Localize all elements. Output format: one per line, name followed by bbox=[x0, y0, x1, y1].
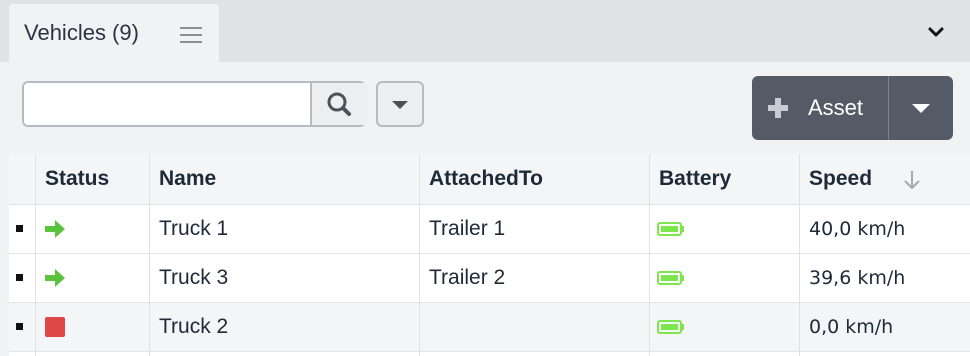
caret-down-icon bbox=[912, 104, 930, 113]
caret-down-icon bbox=[392, 101, 408, 109]
row-marker bbox=[16, 274, 23, 281]
arrow-down-icon[interactable] bbox=[902, 168, 922, 192]
search-button[interactable] bbox=[310, 83, 368, 125]
cell-attached-to: Trailer 1 bbox=[429, 217, 506, 240]
column-header-name[interactable]: Name bbox=[149, 154, 419, 204]
arrow-right-icon bbox=[45, 269, 65, 287]
cell-name: Truck 2 bbox=[159, 315, 229, 338]
row-marker bbox=[16, 225, 23, 232]
add-asset-label: Asset bbox=[808, 95, 864, 120]
asset-dropdown-button[interactable] bbox=[889, 76, 953, 140]
plus-icon bbox=[768, 98, 788, 118]
cell-speed: 0,0 km/h bbox=[809, 316, 894, 338]
tab-bar: Vehicles (9) bbox=[0, 0, 970, 62]
column-header-status[interactable]: Status bbox=[35, 154, 149, 204]
stop-square-icon bbox=[45, 317, 65, 337]
column-header-attachedto[interactable]: AttachedTo bbox=[419, 154, 649, 204]
table-header: Status Name AttachedTo Battery Speed bbox=[9, 154, 970, 205]
hamburger-icon[interactable] bbox=[180, 27, 202, 45]
tab-title: Vehicles (9) bbox=[24, 20, 139, 45]
column-header-battery[interactable]: Battery bbox=[649, 154, 799, 204]
add-asset-button[interactable]: Asset bbox=[752, 76, 888, 140]
search-box bbox=[22, 81, 368, 127]
cell-name: Truck 3 bbox=[159, 266, 229, 289]
column-divider bbox=[35, 154, 36, 356]
tab-vehicles[interactable]: Vehicles (9) bbox=[9, 4, 219, 62]
column-divider bbox=[419, 154, 420, 356]
column-divider bbox=[649, 154, 650, 356]
cell-speed: 40,0 km/h bbox=[809, 218, 906, 240]
cell-name: Truck 1 bbox=[159, 217, 229, 240]
battery-full-icon bbox=[657, 320, 684, 334]
arrow-right-icon bbox=[45, 220, 65, 238]
filter-dropdown-button[interactable] bbox=[376, 81, 424, 127]
table-row[interactable]: Truck 1 Trailer 1 40,0 km/h bbox=[9, 205, 970, 254]
table-row[interactable]: Truck 2 0,0 km/h bbox=[9, 303, 970, 352]
vehicles-table: Status Name AttachedTo Battery Speed Tru… bbox=[9, 154, 970, 356]
cell-speed: 39,6 km/h bbox=[809, 267, 906, 289]
column-divider bbox=[799, 154, 800, 356]
search-input[interactable] bbox=[24, 83, 310, 125]
row-marker bbox=[16, 323, 23, 330]
chevron-down-icon[interactable] bbox=[926, 22, 946, 42]
search-icon bbox=[327, 92, 351, 116]
battery-full-icon bbox=[657, 222, 684, 236]
add-asset-split-button: Asset bbox=[752, 76, 953, 140]
battery-full-icon bbox=[657, 271, 684, 285]
cell-attached-to: Trailer 2 bbox=[429, 266, 506, 289]
column-header-speed[interactable]: Speed bbox=[799, 154, 970, 204]
cell-attached-to bbox=[419, 303, 429, 351]
table-row[interactable]: Truck 3 Trailer 2 39,6 km/h bbox=[9, 254, 970, 303]
column-divider bbox=[149, 154, 150, 356]
